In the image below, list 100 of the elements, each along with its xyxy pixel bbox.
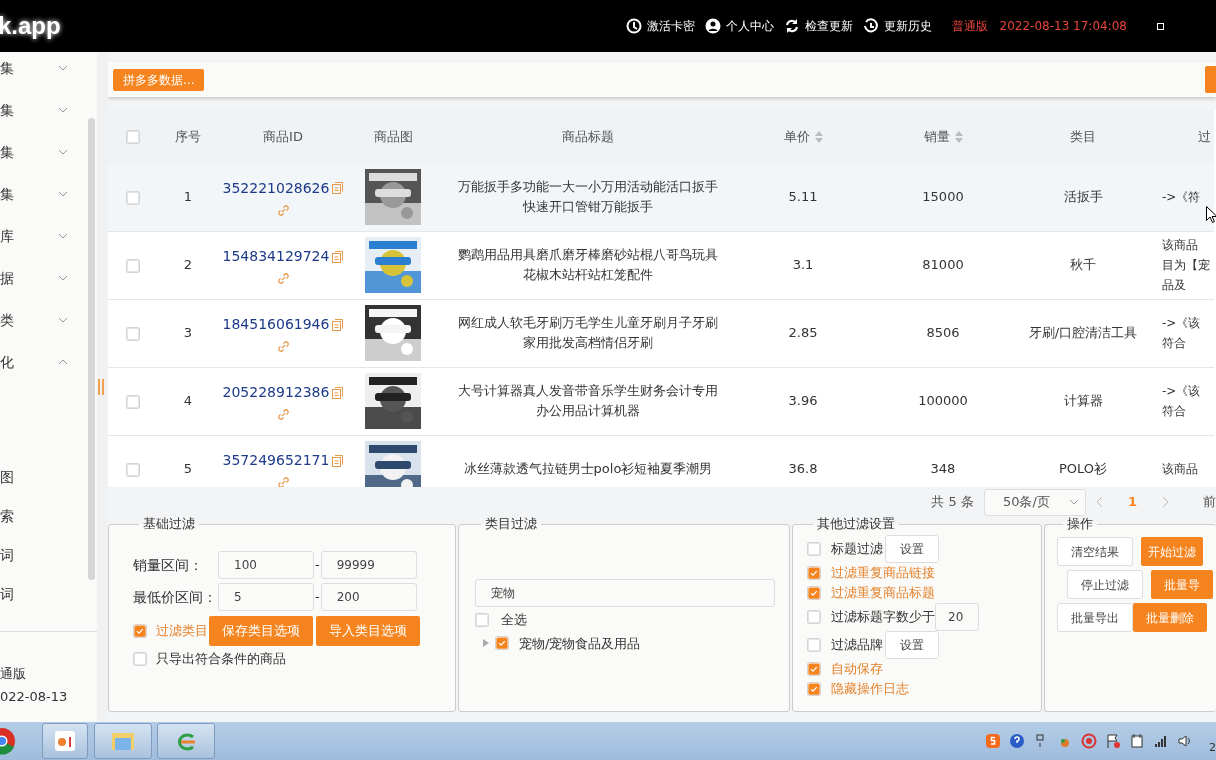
scrollbar-thumb[interactable] <box>88 118 95 580</box>
sort-icon <box>814 131 823 144</box>
product-id-link[interactable]: 357249652171 <box>222 450 330 471</box>
menu-item[interactable]: 库 <box>0 215 88 257</box>
settings-button[interactable]: 设置 <box>885 535 939 563</box>
copy-icon[interactable] <box>332 454 344 467</box>
tree-item[interactable]: 宠物/宠物食品及用品 <box>519 633 641 653</box>
menu-item[interactable]: 化 <box>0 341 88 383</box>
action-button[interactable]: 清空结果 <box>1057 537 1133 566</box>
column-header[interactable]: 销量 <box>923 128 950 144</box>
copy-icon[interactable] <box>332 182 344 195</box>
checkbox[interactable] <box>495 636 509 651</box>
checkbox[interactable] <box>126 326 140 341</box>
link-icon[interactable] <box>277 341 289 352</box>
field-label: 销量区间： <box>133 555 204 575</box>
search-field[interactable]: 宠物 <box>475 579 775 607</box>
product-id-link[interactable]: 184516061946 <box>222 314 330 335</box>
input-field[interactable]: 99999 <box>320 551 417 579</box>
checkbox[interactable] <box>126 394 140 409</box>
nav-link[interactable]: 个人中心 <box>704 17 774 35</box>
table-cell: 100000 <box>868 367 1018 435</box>
table-cell: 计算器 <box>1018 367 1148 435</box>
option-label: 过滤标题字数少于 <box>831 608 935 627</box>
next-icon[interactable] <box>1161 496 1169 508</box>
checkbox[interactable] <box>126 258 140 273</box>
link-icon[interactable] <box>277 409 289 420</box>
record-icon[interactable] <box>1081 733 1097 749</box>
copy-icon[interactable] <box>332 386 344 399</box>
product-title: 冰丝薄款透气拉链男士polo衫短袖夏季潮男 <box>462 460 714 478</box>
checkbox[interactable] <box>807 682 821 696</box>
action-button[interactable]: 批量导出 <box>1057 603 1133 632</box>
input-method-icon[interactable] <box>985 733 1001 749</box>
app-icon[interactable] <box>52 729 78 753</box>
table-cell: 3 <box>158 299 218 367</box>
action-button[interactable]: 停止过滤 <box>1067 570 1143 599</box>
checkbox[interactable] <box>133 652 147 666</box>
device-icon[interactable] <box>1129 733 1145 749</box>
option-label: 自动保存 <box>831 660 883 679</box>
speaker-icon[interactable] <box>1177 733 1193 749</box>
checkbox[interactable] <box>807 566 821 580</box>
column-header: 类目 <box>1070 128 1096 144</box>
menu-item[interactable]: 集 <box>0 173 88 215</box>
checkbox[interactable] <box>126 462 140 477</box>
number-field[interactable]: 20 <box>935 603 979 631</box>
help-icon[interactable] <box>1009 733 1025 749</box>
checkbox[interactable] <box>807 638 821 652</box>
link-icon[interactable] <box>277 273 289 284</box>
page-size-select[interactable]: 50条/页 <box>983 488 1086 516</box>
checkbox[interactable] <box>475 612 489 627</box>
menu-item[interactable]: 集 <box>0 131 88 173</box>
checkbox[interactable] <box>807 610 821 624</box>
copy-icon[interactable] <box>332 318 344 331</box>
chevron-icon <box>58 275 68 281</box>
flag-icon[interactable] <box>1105 733 1121 749</box>
filter-result: 该商品 <box>1162 461 1199 478</box>
product-id-link[interactable]: 154834129724 <box>222 246 330 267</box>
menu-item[interactable]: 据 <box>0 257 88 299</box>
table-cell: 15000 <box>868 163 1018 231</box>
footer-text: 通版 <box>0 665 27 683</box>
link-icon[interactable] <box>277 204 289 216</box>
edition-label: 普通版 <box>951 18 988 35</box>
panel-title: 基础过滤 <box>142 517 196 531</box>
submenu-item[interactable]: 索 <box>0 497 88 536</box>
submenu-item[interactable]: 词 <box>0 536 88 575</box>
previous-icon[interactable] <box>1095 496 1104 508</box>
filter-result: ->《该 符合 <box>1162 383 1202 420</box>
copy-icon[interactable] <box>332 250 344 263</box>
input-field[interactable]: 5 <box>218 583 314 611</box>
link-icon[interactable] <box>277 477 289 487</box>
submenu-item[interactable]: 图 <box>0 458 88 497</box>
column-header: 过 <box>1198 128 1211 144</box>
chevron-icon <box>58 317 68 323</box>
submenu-item[interactable]: 词 <box>0 575 88 614</box>
checkbox[interactable] <box>126 190 140 205</box>
checkbox[interactable] <box>807 662 821 676</box>
chevron-icon <box>58 233 68 239</box>
signal-icon[interactable] <box>1153 733 1169 749</box>
settings-button[interactable]: 设置 <box>885 631 939 659</box>
filter-result: ->《该 符合 <box>1162 315 1202 352</box>
nav-link[interactable]: 激活卡密 <box>625 17 695 35</box>
menu-item[interactable]: 集 <box>0 52 88 89</box>
option-label: 标题过滤 <box>831 540 883 559</box>
checkbox[interactable] <box>807 542 821 556</box>
checkbox[interactable] <box>807 586 821 600</box>
menu-item[interactable]: 集 <box>0 89 88 131</box>
total-count: 共 5 条 <box>931 493 974 512</box>
splitter-handle-icon[interactable] <box>97 379 105 395</box>
nav-link[interactable]: 检查更新 <box>783 17 853 35</box>
clock-text[interactable]: 2 <box>1209 739 1216 757</box>
nav-link[interactable]: 更新历史 <box>862 17 932 35</box>
checkbox[interactable] <box>133 624 147 638</box>
table-cell: 5 <box>158 435 218 487</box>
menu-item[interactable]: 类 <box>0 299 88 341</box>
checkbox[interactable] <box>126 130 140 145</box>
goto-label: 前 <box>1203 493 1216 512</box>
input-field[interactable]: 200 <box>320 583 417 611</box>
expand-arrow-icon[interactable] <box>483 639 489 648</box>
product-id-link[interactable]: 205228912386 <box>222 382 330 403</box>
column-header[interactable]: 单价 <box>783 128 810 144</box>
input-field[interactable]: 100 <box>218 551 314 579</box>
